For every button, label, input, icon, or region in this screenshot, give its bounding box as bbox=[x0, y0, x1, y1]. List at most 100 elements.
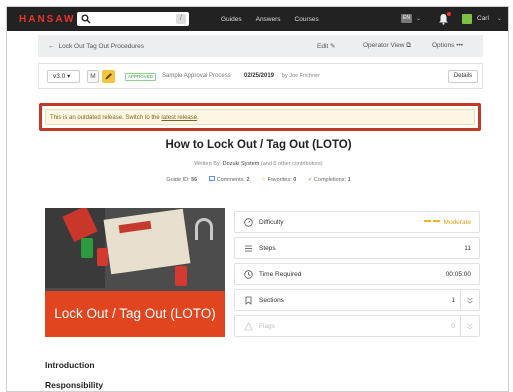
author-link[interactable]: Dozuki System bbox=[223, 161, 260, 167]
written-by: Written By: Dozuki System (and 6 other c… bbox=[7, 161, 508, 167]
introduction-heading: Introduction bbox=[45, 360, 95, 370]
version-bar: v3.0 ▾ M APPROVED Sample Approval Proces… bbox=[38, 63, 483, 89]
steps-value: 11 bbox=[464, 245, 471, 252]
chevron-double-down-icon[interactable] bbox=[466, 322, 474, 331]
difficulty-label: Difficulty bbox=[259, 219, 284, 226]
steps-label: Steps bbox=[259, 245, 276, 252]
outdated-release-notice: This is an outdated release. Switch to t… bbox=[45, 109, 475, 125]
completions-count: 1 bbox=[347, 177, 351, 183]
difficulty-bar bbox=[423, 220, 431, 222]
guide-id-label: Guide ID: bbox=[166, 177, 190, 183]
outdated-release-highlight: This is an outdated release. Switch to t… bbox=[39, 103, 481, 131]
bookmark-icon bbox=[245, 296, 252, 305]
breadcrumb: ← Lock Out Tag Out Procedures Edit ✎ Ope… bbox=[38, 35, 483, 57]
time-required-row: Time Required 00:05:00 bbox=[234, 263, 480, 285]
nav-link-answers[interactable]: Answers bbox=[256, 16, 281, 23]
pencil-icon: ✎ bbox=[330, 43, 336, 50]
operator-view-button[interactable]: Operator View ⧉ bbox=[363, 42, 411, 50]
pencil-icon bbox=[105, 73, 112, 80]
hero-photo-lock-green bbox=[81, 238, 93, 258]
flags-label: Flags bbox=[259, 323, 275, 330]
approval-process-link[interactable]: Sample Approval Process bbox=[162, 73, 231, 79]
external-link-icon: ⧉ bbox=[406, 42, 411, 49]
sections-label: Sections bbox=[259, 297, 284, 304]
guide-id-value: 56 bbox=[191, 177, 198, 183]
hero-photo-sign bbox=[103, 208, 191, 275]
user-menu[interactable]: Carl bbox=[477, 15, 489, 22]
version-value: v3.0 bbox=[53, 73, 66, 80]
status-badge: APPROVED bbox=[125, 73, 157, 81]
check-icon: ✓ bbox=[307, 177, 313, 183]
chevron-double-down-icon[interactable] bbox=[466, 296, 474, 305]
flags-row[interactable]: Flags 0 bbox=[234, 315, 480, 337]
notice-text: This is an outdated release. Switch to t… bbox=[50, 115, 162, 121]
flags-value: 0 bbox=[451, 323, 455, 330]
contributors-text: (and 6 other contributors) bbox=[259, 161, 323, 167]
completions-label: Completions: bbox=[313, 177, 347, 183]
back-arrow-icon[interactable]: ← bbox=[48, 43, 55, 50]
search-input[interactable]: / bbox=[77, 12, 189, 26]
search-icon bbox=[81, 14, 91, 24]
operator-view-label: Operator View bbox=[363, 42, 405, 49]
warning-icon bbox=[244, 322, 253, 331]
responsibility-heading: Responsibility bbox=[45, 380, 104, 390]
more-icon: ••• bbox=[456, 42, 464, 49]
written-by-prefix: Written By: bbox=[194, 161, 223, 167]
logo[interactable]: HANSAW bbox=[19, 14, 73, 25]
nav-link-courses[interactable]: Courses bbox=[295, 16, 319, 23]
language-selector[interactable]: EN bbox=[401, 14, 412, 23]
difficulty-bar bbox=[432, 220, 440, 222]
chevron-down-icon: ⌄ bbox=[497, 16, 503, 22]
notice-end: . bbox=[197, 115, 199, 121]
guide-stats: Guide ID: 56 Comments: 2 ☆ Favorites: 0 … bbox=[7, 176, 508, 183]
nav-link-guides[interactable]: Guides bbox=[221, 16, 242, 23]
favorites-count: 0 bbox=[293, 177, 297, 183]
favorites-label: Favorites: bbox=[267, 177, 292, 183]
comments-label: Comments: bbox=[216, 177, 245, 183]
version-m-button[interactable]: M bbox=[87, 70, 99, 83]
divider bbox=[460, 316, 461, 336]
hero-photo-lock-red bbox=[97, 248, 108, 266]
favorites-link[interactable]: ☆ Favorites: 0 bbox=[261, 177, 296, 183]
sections-row[interactable]: Sections 1 bbox=[234, 289, 480, 311]
difficulty-text: Moderate bbox=[443, 219, 471, 226]
edit-version-button[interactable] bbox=[102, 70, 115, 83]
chevron-down-icon: ⌄ bbox=[416, 16, 422, 22]
details-button[interactable]: Details bbox=[448, 70, 478, 83]
hero-photo-shackle bbox=[195, 218, 213, 240]
version-author: by Joe Frichner bbox=[282, 73, 320, 79]
options-label: Options bbox=[432, 42, 455, 49]
difficulty-value: Moderate bbox=[423, 219, 471, 226]
edit-label: Edit bbox=[317, 43, 329, 50]
hero-photo-lock-red bbox=[175, 266, 187, 286]
gauge-icon bbox=[244, 218, 253, 227]
completions-link[interactable]: ✓ Completions: 1 bbox=[308, 177, 351, 183]
top-nav: HANSAW / Guides Answers Courses EN ⌄ Car… bbox=[7, 7, 508, 31]
comment-icon bbox=[208, 176, 215, 182]
divider bbox=[460, 290, 461, 310]
steps-row: Steps 11 bbox=[234, 237, 480, 259]
hero-caption: Lock Out / Tag Out (LOTO) bbox=[45, 291, 225, 337]
options-button[interactable]: Options ••• bbox=[432, 42, 463, 49]
sections-value: 1 bbox=[451, 297, 455, 304]
browser-frame: HANSAW / Guides Answers Courses EN ⌄ Car… bbox=[6, 6, 509, 392]
comments-link[interactable]: Comments: 2 bbox=[208, 176, 250, 183]
time-label: Time Required bbox=[259, 271, 302, 278]
avatar[interactable] bbox=[462, 14, 472, 24]
clock-icon bbox=[244, 270, 253, 279]
notification-dot bbox=[447, 12, 451, 16]
guide-hero-image[interactable]: Lock Out / Tag Out (LOTO) bbox=[45, 208, 225, 337]
time-value: 00:05:00 bbox=[445, 271, 471, 278]
star-icon: ☆ bbox=[261, 177, 266, 183]
comments-count: 2 bbox=[246, 177, 250, 183]
guide-id: Guide ID: 56 bbox=[166, 177, 197, 183]
breadcrumb-link[interactable]: Lock Out Tag Out Procedures bbox=[59, 43, 145, 50]
difficulty-row: Difficulty Moderate bbox=[234, 211, 480, 233]
search-shortcut-key: / bbox=[176, 14, 186, 24]
list-icon bbox=[245, 245, 252, 252]
page-title: How to Lock Out / Tag Out (LOTO) bbox=[165, 139, 352, 151]
version-date: 02/25/2019 bbox=[244, 73, 275, 79]
edit-button[interactable]: Edit ✎ bbox=[317, 42, 335, 50]
version-select[interactable]: v3.0 ▾ bbox=[47, 70, 80, 83]
latest-release-link[interactable]: latest release bbox=[161, 115, 197, 121]
